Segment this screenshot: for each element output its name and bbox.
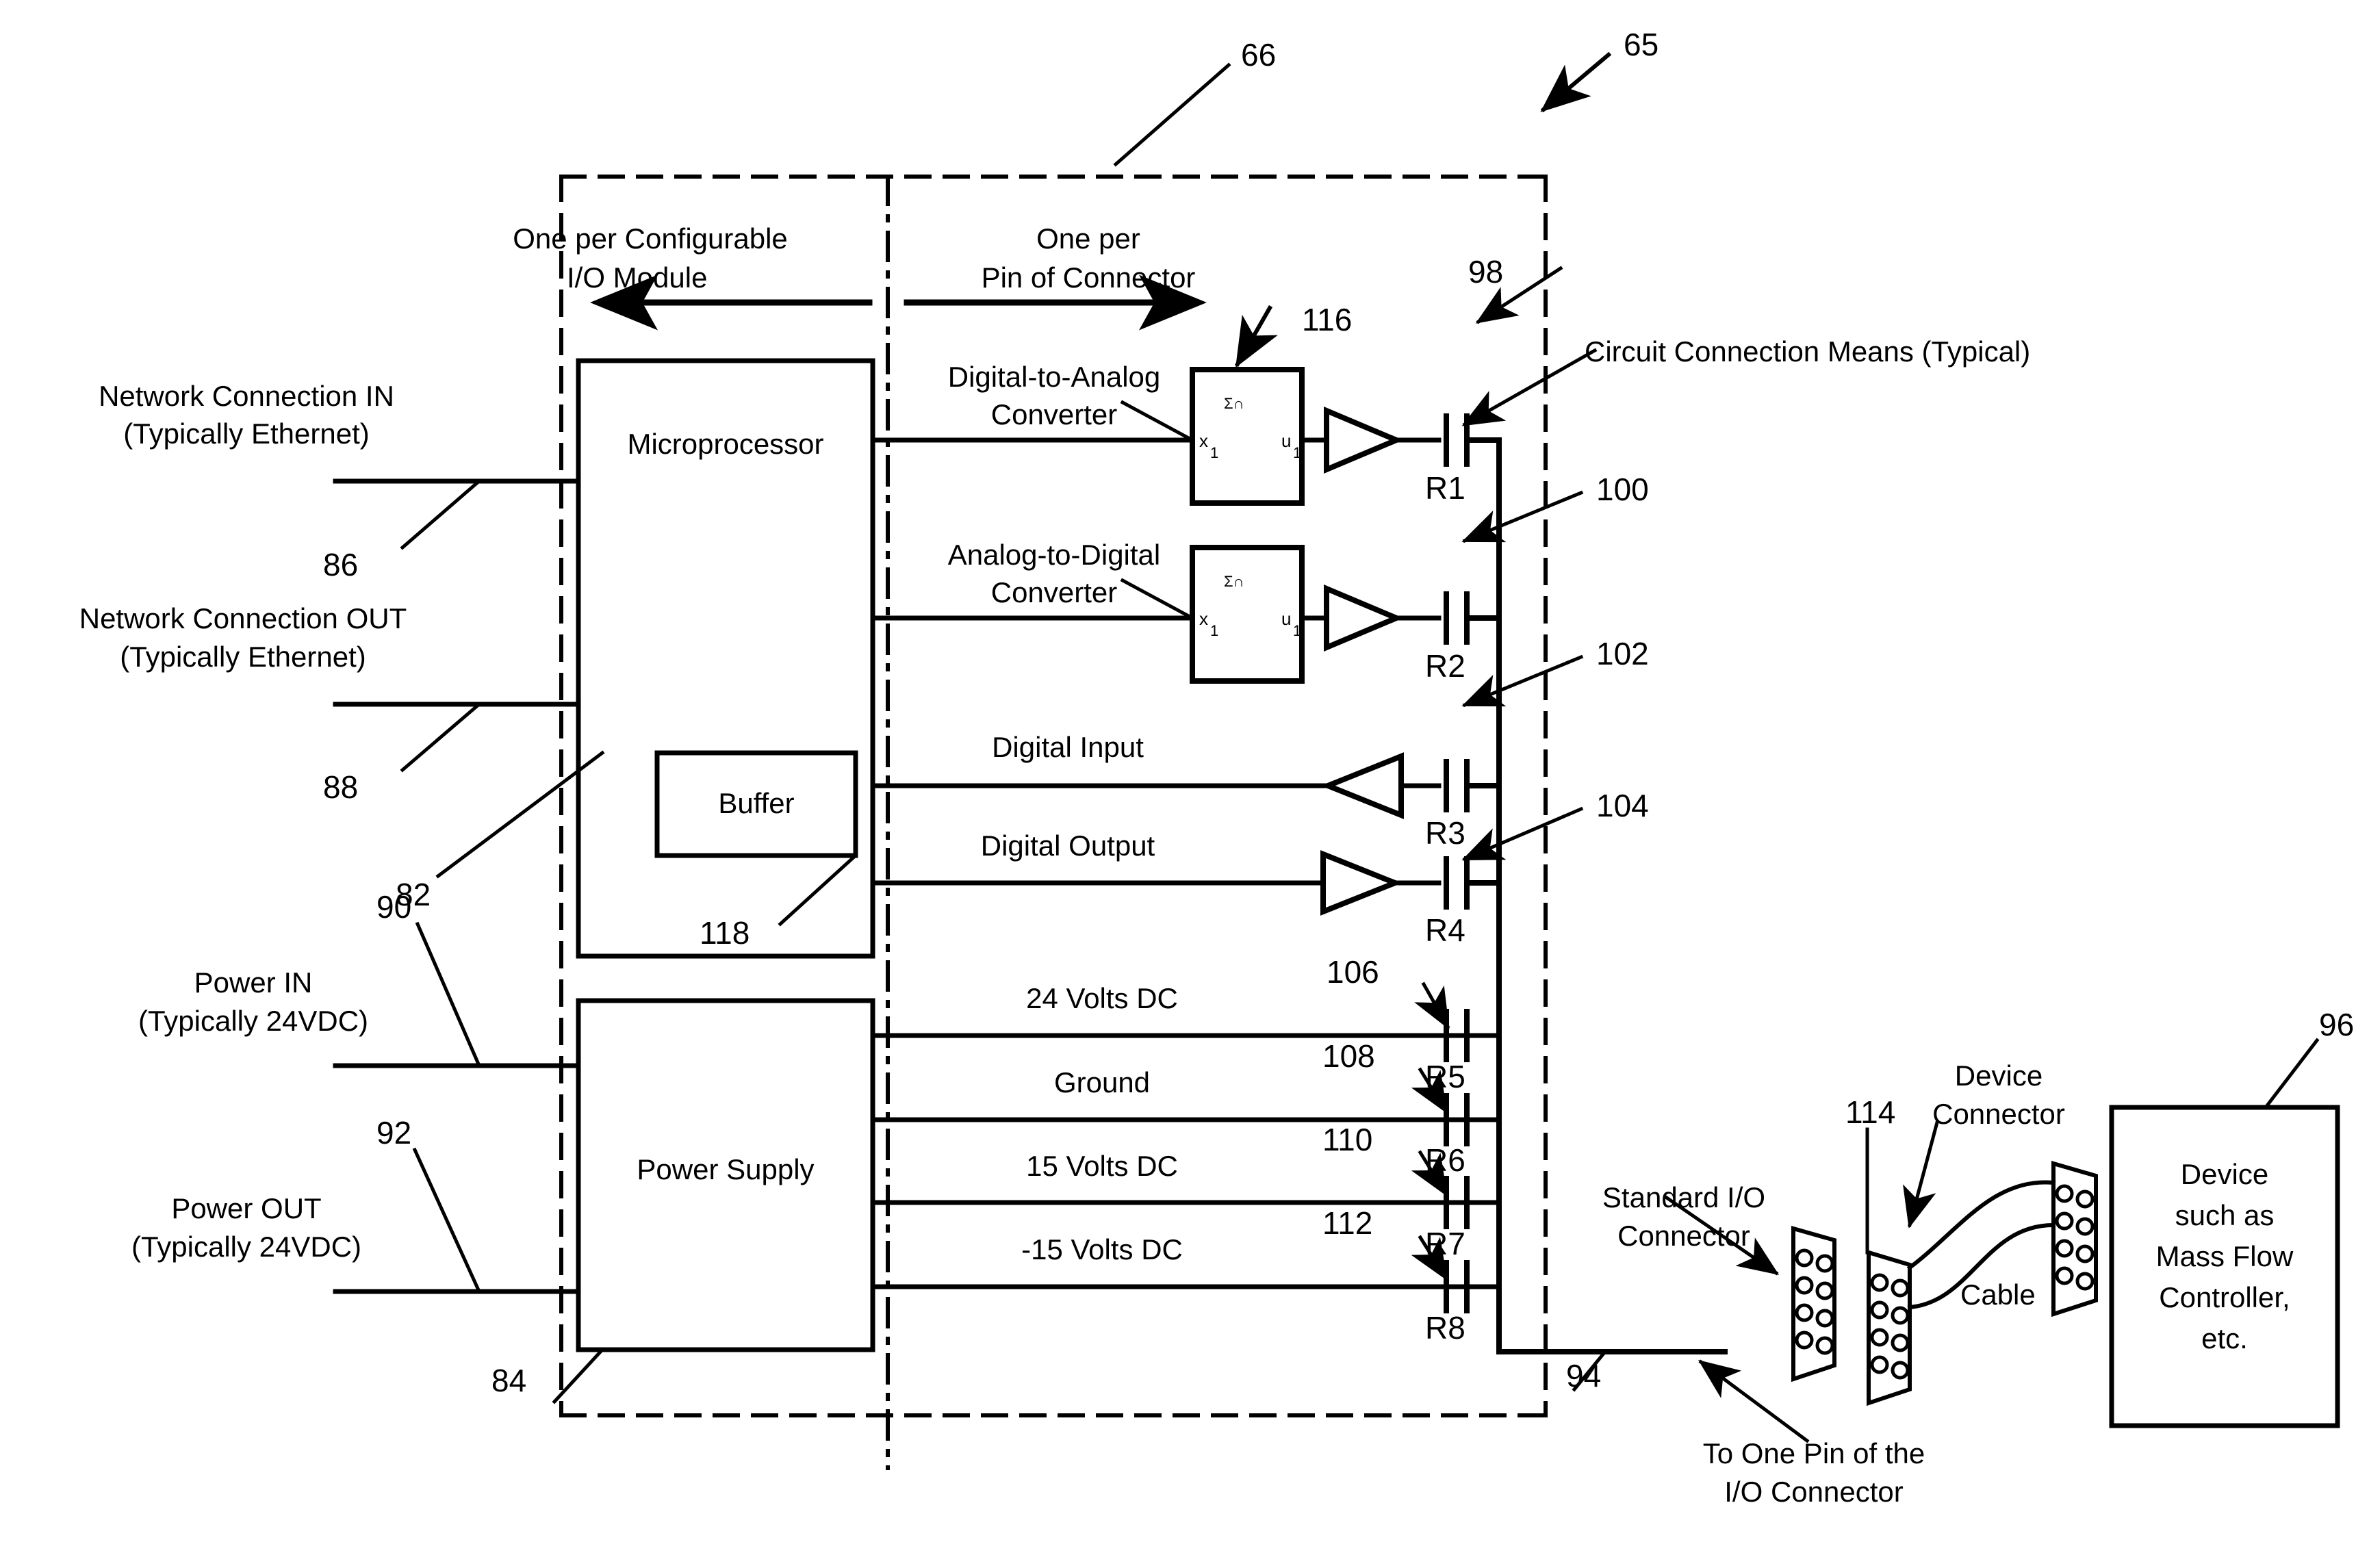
leader-104 xyxy=(1461,806,1584,862)
standard-io-connector-pins xyxy=(1795,1248,1834,1355)
dac-label-line1: Digital-to-Analog xyxy=(947,361,1161,393)
device-label-line2: such as xyxy=(2175,1199,2275,1231)
dac-label-line2: Converter xyxy=(990,398,1118,430)
device-connector-pins xyxy=(1870,1273,1910,1380)
ref-114: 114 xyxy=(1845,1094,1896,1130)
adc-inner-symbol: Σ∩ xyxy=(1224,573,1244,590)
leader-116 xyxy=(1234,305,1278,368)
dac-amplifier-triangle xyxy=(1324,406,1404,474)
callout-to-one-pin-line1: To One Pin of the xyxy=(1702,1437,1925,1469)
patent-figure: 66 65 One per Configurable I/O Module On… xyxy=(0,0,2369,1568)
note-one-per-module-line2: I/O Module xyxy=(567,261,708,294)
adc-label-line1: Analog-to-Digital xyxy=(947,539,1161,571)
device-label-line3: Mass Flow xyxy=(2155,1240,2294,1272)
callout-device-connector-line2: Connector xyxy=(1932,1098,2065,1130)
microprocessor-label: Microprocessor xyxy=(627,428,824,460)
leader-102 xyxy=(1461,654,1584,708)
ref-104: 104 xyxy=(1596,788,1649,823)
callout-device-connector-line1: Device xyxy=(1954,1059,2043,1092)
leader-circuit-connection-means xyxy=(1461,348,1598,427)
ref-116: 116 xyxy=(1302,302,1353,337)
port-label-power-in-line2: (Typically 24VDC) xyxy=(138,1005,369,1037)
digital-output-buffer-triangle xyxy=(1320,850,1403,916)
port-label-power-in-line1: Power IN xyxy=(194,966,313,999)
leader-device-connector xyxy=(1903,1120,1940,1229)
resistor-label-r4: R4 xyxy=(1425,912,1465,948)
power-row-label-24v: 24 Volts DC xyxy=(1026,982,1178,1014)
ref-66: 66 xyxy=(1241,37,1277,73)
leader-66 xyxy=(1113,62,1231,167)
port-label-power-out-line1: Power OUT xyxy=(171,1192,322,1224)
adc-label-line2: Converter xyxy=(990,576,1118,608)
note-one-per-module-line1: One per Configurable xyxy=(513,222,788,255)
power-row-label-ground: Ground xyxy=(1053,1066,1151,1098)
buffer-label: Buffer xyxy=(718,787,795,819)
resistor-label-r2: R2 xyxy=(1425,648,1465,684)
dac-inner-symbol: Σ∩ xyxy=(1224,395,1244,412)
digital-output-label: Digital Output xyxy=(980,830,1155,862)
callout-standard-io-connector-line2: Connector xyxy=(1617,1220,1750,1252)
power-supply-label: Power Supply xyxy=(637,1153,815,1185)
ref-108: 108 xyxy=(1322,1038,1375,1074)
dac-in-pin-label: x xyxy=(1199,430,1208,451)
ref-110: 110 xyxy=(1322,1122,1373,1157)
resistor-label-r3: R3 xyxy=(1425,815,1465,851)
dac-in-pin-subscript: 1 xyxy=(1210,444,1219,461)
leader-106 xyxy=(1414,981,1450,1030)
ref-84: 84 xyxy=(491,1363,527,1398)
ref-65: 65 xyxy=(1624,27,1659,62)
leader-88 xyxy=(400,702,482,773)
resistor-label-r1: R1 xyxy=(1425,470,1465,506)
callout-to-one-pin-line2: I/O Connector xyxy=(1724,1476,1904,1508)
ref-88: 88 xyxy=(323,769,359,805)
leader-86 xyxy=(400,478,482,550)
adc-in-pin-subscript: 1 xyxy=(1210,622,1219,639)
port-label-network-out-line1: Network Connection OUT xyxy=(79,602,407,634)
ref-94: 94 xyxy=(1566,1358,1602,1393)
device-label-line1: Device xyxy=(2180,1158,2269,1190)
port-label-network-out-line2: (Typically Ethernet) xyxy=(120,641,366,673)
note-one-per-pin-line2: Pin of Connector xyxy=(981,261,1196,294)
digital-input-buffer-triangle xyxy=(1320,752,1404,819)
ref-82: 82 xyxy=(396,877,431,912)
resistor-label-r8: R8 xyxy=(1425,1310,1465,1346)
port-label-power-out-line2: (Typically 24VDC) xyxy=(131,1231,362,1263)
callout-standard-io-connector-line1: Standard I/O xyxy=(1602,1181,1766,1213)
device-label-line4: Controller, xyxy=(2159,1281,2290,1313)
leader-92 xyxy=(412,1147,482,1294)
leader-118 xyxy=(778,853,858,927)
note-one-per-pin-line1: One per xyxy=(1036,222,1140,255)
digital-input-label: Digital Input xyxy=(992,731,1144,763)
leader-100 xyxy=(1461,490,1584,543)
resistor-label-r6: R6 xyxy=(1425,1142,1465,1178)
adc-out-pin-subscript: 1 xyxy=(1293,622,1302,639)
power-row-label-15v: 15 Volts DC xyxy=(1026,1150,1178,1182)
port-label-network-in-line2: (Typically Ethernet) xyxy=(123,417,370,450)
ref-112: 112 xyxy=(1322,1205,1373,1241)
resistor-label-r7: R7 xyxy=(1425,1226,1465,1261)
leader-96 xyxy=(2263,1038,2320,1110)
adc-amplifier-triangle xyxy=(1324,584,1404,652)
ref-96: 96 xyxy=(2319,1007,2355,1042)
port-label-network-in-line1: Network Connection IN xyxy=(99,380,394,412)
dac-out-pin-label: u xyxy=(1281,430,1292,451)
ref-106: 106 xyxy=(1327,954,1379,990)
leader-65 xyxy=(1540,51,1612,113)
leader-to-one-pin xyxy=(1698,1359,1810,1443)
device-side-connector-pins xyxy=(2055,1184,2095,1291)
callout-circuit-connection-means: Circuit Connection Means (Typical) xyxy=(1585,335,2031,368)
ref-100: 100 xyxy=(1596,472,1649,507)
resistor-label-r5: R5 xyxy=(1425,1059,1465,1094)
ref-118: 118 xyxy=(700,915,750,951)
dac-out-pin-subscript: 1 xyxy=(1293,444,1302,461)
ref-102: 102 xyxy=(1596,636,1649,671)
ref-92: 92 xyxy=(376,1115,412,1151)
ref-98: 98 xyxy=(1468,254,1504,290)
adc-in-pin-label: x xyxy=(1199,608,1208,629)
ref-86: 86 xyxy=(323,547,359,582)
power-row-label-neg15v: -15 Volts DC xyxy=(1021,1233,1183,1265)
callout-cable: Cable xyxy=(1960,1278,2036,1311)
adc-out-pin-label: u xyxy=(1281,608,1292,629)
device-label-line5: etc. xyxy=(2201,1322,2248,1354)
